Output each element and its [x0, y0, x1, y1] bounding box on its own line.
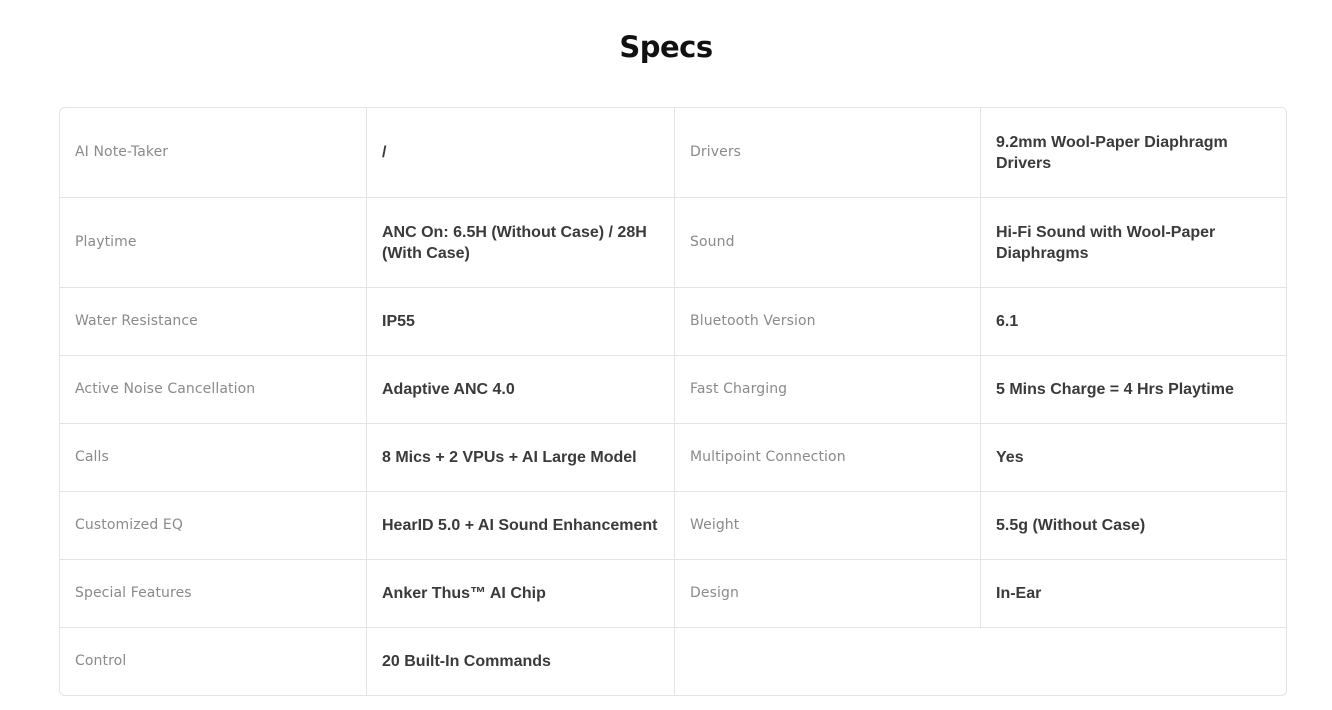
page-title: Specs	[619, 30, 713, 64]
spec-row: Active Noise Cancellation Adaptive ANC 4…	[60, 356, 1286, 424]
spec-value: Anker Thus™ AI Chip	[366, 560, 674, 627]
spec-label: Water Resistance	[75, 313, 198, 329]
spec-value: 5 Mins Charge = 4 Hrs Playtime	[980, 356, 1286, 423]
spec-value: Adaptive ANC 4.0	[366, 356, 674, 423]
spec-label: Weight	[674, 492, 980, 559]
spec-label: Customized EQ	[75, 517, 183, 533]
spec-row: Special Features Anker Thus™ AI Chip Des…	[60, 560, 1286, 628]
spec-label: Active Noise Cancellation	[75, 381, 256, 397]
spec-label: Control	[75, 653, 127, 669]
spec-value: HearID 5.0 + AI Sound Enhancement	[366, 492, 674, 559]
spec-label: Calls	[75, 449, 109, 465]
specs-table: AI Note-Taker / Drivers 9.2mm Wool-Paper…	[59, 107, 1287, 696]
spec-row: Calls 8 Mics + 2 VPUs + AI Large Model M…	[60, 424, 1286, 492]
spec-value: IP55	[366, 288, 674, 355]
spec-value: 9.2mm Wool-Paper Diaphragm Drivers	[980, 108, 1286, 197]
spec-label: AI Note-Taker	[75, 144, 169, 160]
spec-row: AI Note-Taker / Drivers 9.2mm Wool-Paper…	[60, 108, 1286, 198]
spec-value: 6.1	[980, 288, 1286, 355]
spec-value: /	[366, 108, 674, 197]
spec-value: 5.5g (Without Case)	[980, 492, 1286, 559]
spec-row: Water Resistance IP55 Bluetooth Version …	[60, 288, 1286, 356]
spec-value: In-Ear	[980, 560, 1286, 627]
spec-label: Drivers	[674, 108, 980, 197]
spec-row: Control 20 Built-In Commands	[60, 628, 1286, 695]
spec-label: Multipoint Connection	[674, 424, 980, 491]
spec-label: Design	[674, 560, 980, 627]
spec-label: Special Features	[75, 585, 192, 601]
spec-row: Customized EQ HearID 5.0 + AI Sound Enha…	[60, 492, 1286, 560]
spec-label: Sound	[674, 198, 980, 287]
spec-value: Yes	[980, 424, 1286, 491]
spec-value: ANC On: 6.5H (Without Case) / 28H (With …	[366, 198, 674, 287]
spec-value: 20 Built-In Commands	[366, 628, 674, 695]
spec-label: Bluetooth Version	[674, 288, 980, 355]
spec-label: Playtime	[75, 234, 137, 250]
spec-value: Hi-Fi Sound with Wool-Paper Diaphragms	[980, 198, 1286, 287]
empty-cell	[674, 628, 1286, 695]
spec-row: Playtime ANC On: 6.5H (Without Case) / 2…	[60, 198, 1286, 288]
spec-value: 8 Mics + 2 VPUs + AI Large Model	[366, 424, 674, 491]
spec-label: Fast Charging	[674, 356, 980, 423]
